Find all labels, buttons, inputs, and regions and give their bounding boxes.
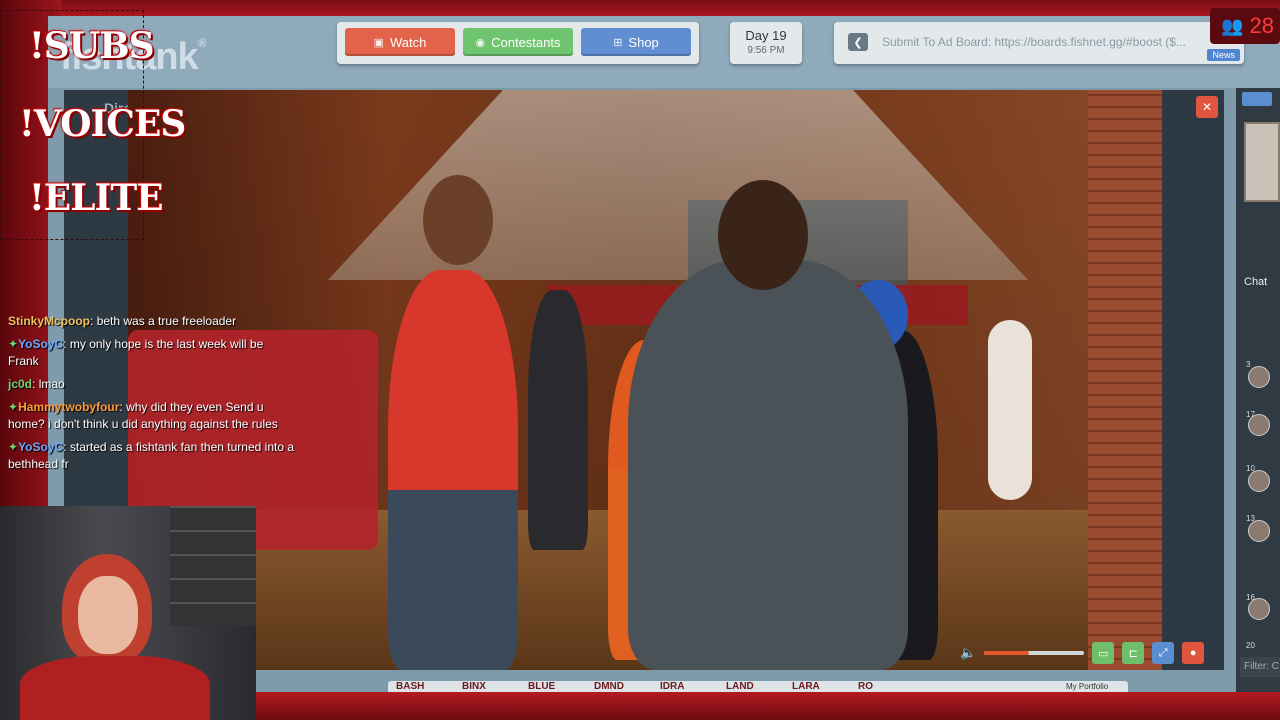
volume-icon[interactable]: 🔈: [960, 645, 976, 661]
cast-icon[interactable]: ⊏: [1122, 642, 1145, 664]
stream-screen: fishtank® ▣ Watch ◉ Contestants ⊞ Shop Day …: [0, 0, 1280, 720]
day-time: 9:56 PM: [747, 45, 785, 56]
diamond-icon: ✦: [8, 440, 19, 454]
diamond-icon: ✦: [8, 337, 19, 351]
chat-username: StinkyMcpoop: [8, 314, 91, 328]
avatar[interactable]: [1248, 366, 1270, 388]
chat-username: YoSoyC: [18, 337, 64, 351]
webcam-body: [20, 656, 210, 720]
person-icon: ◉: [475, 36, 486, 49]
watch-label: Watch: [390, 34, 427, 50]
elite-badge: !ELITE: [29, 177, 164, 219]
rank-number: 17: [1246, 410, 1255, 419]
rank-number: 10: [1246, 464, 1255, 473]
viewer-count: 28: [1249, 13, 1274, 38]
rank-number: 13: [1246, 514, 1255, 523]
house-map[interactable]: [1244, 122, 1280, 202]
chat-message: jc0d: lmao: [8, 377, 65, 391]
command-badges: !SUBS !VOICES !ELITE: [0, 10, 186, 240]
chat-username: YoSoyC: [18, 440, 64, 454]
shop-button[interactable]: ⊞ Shop: [581, 28, 691, 56]
day-label: Day 19: [745, 28, 787, 43]
diamond-icon: ✦: [8, 400, 19, 414]
cart-icon: ⊞: [613, 36, 623, 49]
chat-label: Chat: [1244, 276, 1268, 288]
contestants-label: Contestants: [491, 34, 561, 50]
flag-icon[interactable]: [1242, 92, 1272, 106]
streamer-webcam: [0, 506, 256, 720]
avatar[interactable]: [1248, 470, 1270, 492]
chat-username: jc0d: [8, 377, 33, 391]
video-lamp: [988, 320, 1032, 500]
video-person-head: [423, 175, 493, 265]
chat-message: StinkyMcpoop: beth was a true freeloader: [8, 314, 237, 328]
chat-text: beth was a true freeloader: [96, 314, 237, 328]
voices-badge: !VOICES: [19, 103, 186, 145]
webcam-shelf: [170, 506, 256, 626]
chat-message: ✦YoSoyC: started as a fishtank fan then …: [8, 440, 295, 471]
avatar[interactable]: [1248, 520, 1270, 542]
chat-filter-input[interactable]: Filter: C: [1240, 657, 1280, 677]
video-person: [628, 260, 908, 670]
my-portfolio-link[interactable]: My Portfolio: [1066, 682, 1108, 691]
video-person: [388, 270, 518, 670]
video-brick-wall: [1088, 90, 1162, 670]
video-person-head: [718, 180, 808, 290]
stream-chat: StinkyMcpoop: beth was a true freeloader…: [0, 310, 302, 476]
fullscreen-icon[interactable]: ⤢: [1152, 642, 1175, 664]
chevron-left-icon[interactable]: ❮: [848, 33, 868, 51]
rank-number: 16: [1246, 593, 1255, 602]
ad-board-text: Submit To Ad Board: https://boards.fishn…: [882, 35, 1186, 49]
shop-label: Shop: [628, 34, 659, 50]
tv-icon: ▣: [373, 36, 385, 49]
webcam-face: [78, 576, 138, 654]
video-person: [528, 290, 588, 550]
viewers-icon: 👥: [1221, 15, 1244, 36]
picture-in-picture-icon[interactable]: ▭: [1092, 642, 1115, 664]
day-indicator: Day 19 9:56 PM: [730, 22, 802, 64]
subs-badge: !SUBS: [29, 25, 155, 67]
rank-number: 20: [1246, 641, 1255, 650]
news-badge[interactable]: News: [1207, 49, 1240, 61]
viewer-counter: 👥 28: [1210, 8, 1280, 44]
ad-board-ticker[interactable]: ❮ Submit To Ad Board: https://boards.fis…: [834, 22, 1244, 64]
player-controls: 🔈 ▭ ⊏ ⤢ ●: [960, 640, 1222, 666]
record-icon[interactable]: ●: [1182, 642, 1205, 664]
chat-text: lmao: [38, 377, 65, 391]
chat-message: ✦Hammytwobyfour: why did they even Send …: [8, 400, 278, 431]
chat-message: ✦YoSoyC: my only hope is the last week w…: [8, 337, 264, 368]
rank-number: 3: [1246, 360, 1251, 369]
volume-fill: [984, 651, 1030, 655]
chat-username: Hammytwobyfour: [18, 400, 120, 414]
volume-slider[interactable]: [984, 651, 1085, 655]
contestants-button[interactable]: ◉ Contestants: [463, 28, 573, 56]
close-icon[interactable]: ✕: [1196, 96, 1218, 118]
watch-button[interactable]: ▣ Watch: [345, 28, 455, 56]
